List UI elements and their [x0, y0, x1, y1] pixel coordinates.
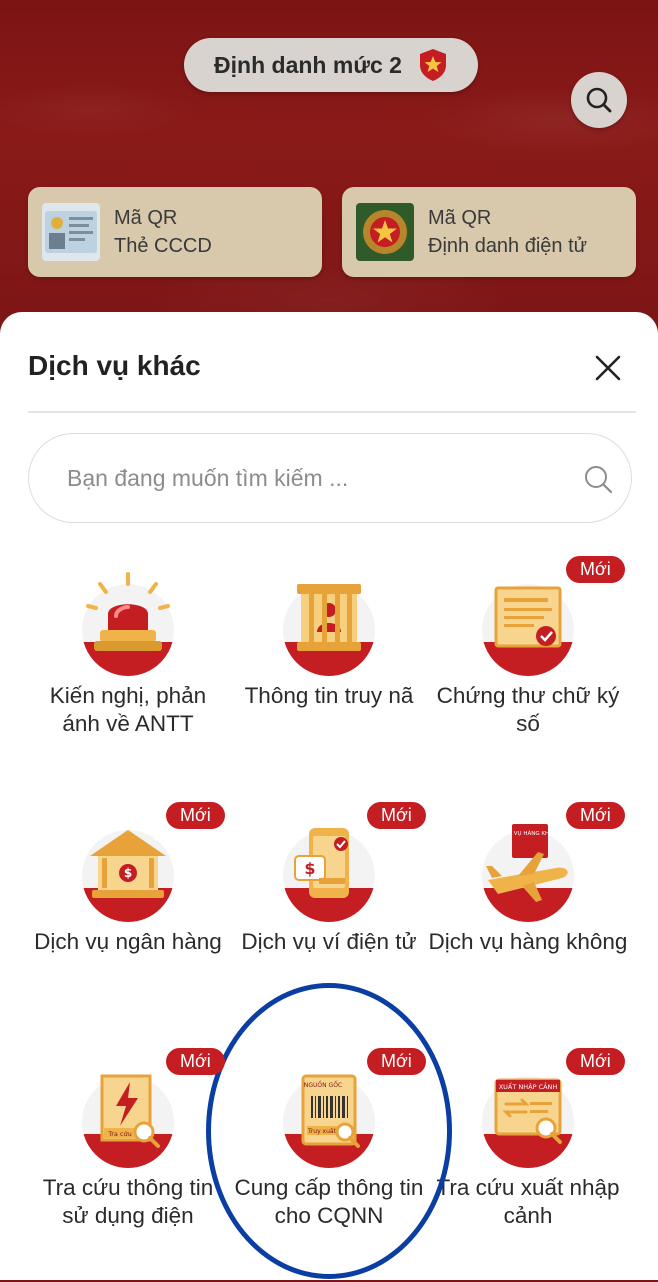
new-badge: Mới — [166, 802, 225, 829]
service-label: Kiến nghị, phản ánh về ANTT — [49, 683, 207, 736]
certificate-icon — [494, 586, 562, 648]
bank-icon: $ — [90, 830, 166, 898]
origin-icon-text-top: NGUỒN GỐC — [304, 1080, 342, 1089]
service-tile-e-wallet[interactable]: Mới $ Dịch vụ ví điện tử — [229, 802, 429, 1036]
search-icon — [586, 87, 612, 113]
service-label: Cung cấp thông tin cho CQNN — [234, 1175, 424, 1228]
header-banner: Định danh mức 2 Mã QR Thẻ CCCD Mã QR Địn… — [0, 0, 658, 330]
service-label: Dịch vụ hàng không — [428, 929, 628, 954]
airline-icon-text: DỊCH VỤ HÀNG KHÔNG — [498, 830, 562, 837]
immigration-icon-text: XUẤT NHẬP CẢNH — [499, 1081, 558, 1091]
service-tile-security-report[interactable]: Kiến nghị, phản ánh về ANTT — [28, 570, 228, 790]
service-search-box[interactable] — [28, 433, 632, 523]
electricity-lookup-icon: Tra cứu — [100, 1074, 160, 1148]
service-label: Chứng thư chữ ký số — [436, 683, 620, 736]
service-tile-provide-info-cqnn[interactable]: Mới NGUỒN GỐC Truy xuất Cung cấp thông t… — [229, 1048, 429, 1282]
police-emblem-icon — [356, 203, 414, 261]
star-shield-icon — [419, 49, 446, 81]
close-icon — [595, 355, 621, 381]
identity-level-pill[interactable]: Định danh mức 2 — [184, 38, 478, 92]
identity-level-label: Định danh mức 2 — [214, 51, 402, 78]
immigration-lookup-icon: XUẤT NHẬP CẢNH — [494, 1078, 562, 1144]
other-services-sheet: Dịch vụ khác Kiến nghị, phản ánh về ANTT — [0, 312, 658, 1280]
service-label: Tra cứu xuất nhập cảnh — [436, 1175, 620, 1228]
qr-cccd-line2: Thẻ CCCD — [114, 235, 212, 257]
qr-digital-line2: Định danh điện tử — [428, 235, 588, 257]
origin-barcode-icon: NGUỒN GỐC Truy xuất — [301, 1074, 360, 1148]
new-badge: Mới — [367, 802, 426, 829]
service-label: Tra cứu thông tin sử dụng điện — [42, 1175, 214, 1228]
new-badge: Mới — [566, 556, 625, 583]
divider — [28, 411, 636, 413]
new-badge: Mới — [566, 1048, 625, 1075]
service-label: Dịch vụ ngân hàng — [34, 929, 222, 954]
new-badge: Mới — [566, 802, 625, 829]
service-label: Dịch vụ ví điện tử — [241, 929, 417, 954]
e-wallet-icon: $ — [294, 828, 349, 898]
electricity-icon-text: Tra cứu — [107, 1130, 132, 1138]
id-card-thumbnail-icon — [42, 203, 100, 261]
qr-digital-line1: Mã QR — [428, 207, 492, 229]
svg-text:$: $ — [124, 866, 132, 880]
service-tile-wanted-info[interactable]: Thông tin truy nã — [229, 570, 429, 790]
sheet-title: Dịch vụ khác — [28, 350, 201, 381]
header-search-button[interactable] — [571, 72, 627, 128]
new-badge: Mới — [166, 1048, 225, 1075]
qr-cccd-card[interactable]: Mã QR Thẻ CCCD — [28, 187, 322, 277]
new-badge: Mới — [367, 1048, 426, 1075]
service-tile-banking[interactable]: Mới $ Dịch vụ ngân hàng — [28, 802, 228, 1036]
service-tile-digital-signature[interactable]: Mới Chứng thư chữ ký số — [428, 556, 628, 790]
service-tile-immigration-lookup[interactable]: Mới XUẤT NHẬP CẢNH Tra cứu xuất nhập cản… — [428, 1048, 628, 1282]
siren-icon — [86, 572, 170, 651]
svg-text:$: $ — [304, 859, 315, 878]
service-tile-aviation[interactable]: Mới DỊCH VỤ HÀNG KHÔNG Dịch vụ hàng khôn… — [428, 802, 628, 1036]
wanted-jail-icon — [297, 584, 361, 651]
airplane-icon: DỊCH VỤ HÀNG KHÔNG — [486, 824, 568, 902]
close-button[interactable] — [588, 348, 628, 388]
service-search-input[interactable] — [65, 463, 549, 493]
search-icon — [585, 466, 613, 494]
qr-cccd-line1: Mã QR — [114, 207, 178, 229]
service-label: Thông tin truy nã — [244, 683, 414, 708]
origin-icon-text-bottom: Truy xuất — [307, 1128, 337, 1135]
service-tile-electricity-lookup[interactable]: Mới Tra cứu Tra cứu thông tin sử dụng đi… — [28, 1048, 228, 1282]
qr-digital-id-card[interactable]: Mã QR Định danh điện tử — [342, 187, 636, 277]
